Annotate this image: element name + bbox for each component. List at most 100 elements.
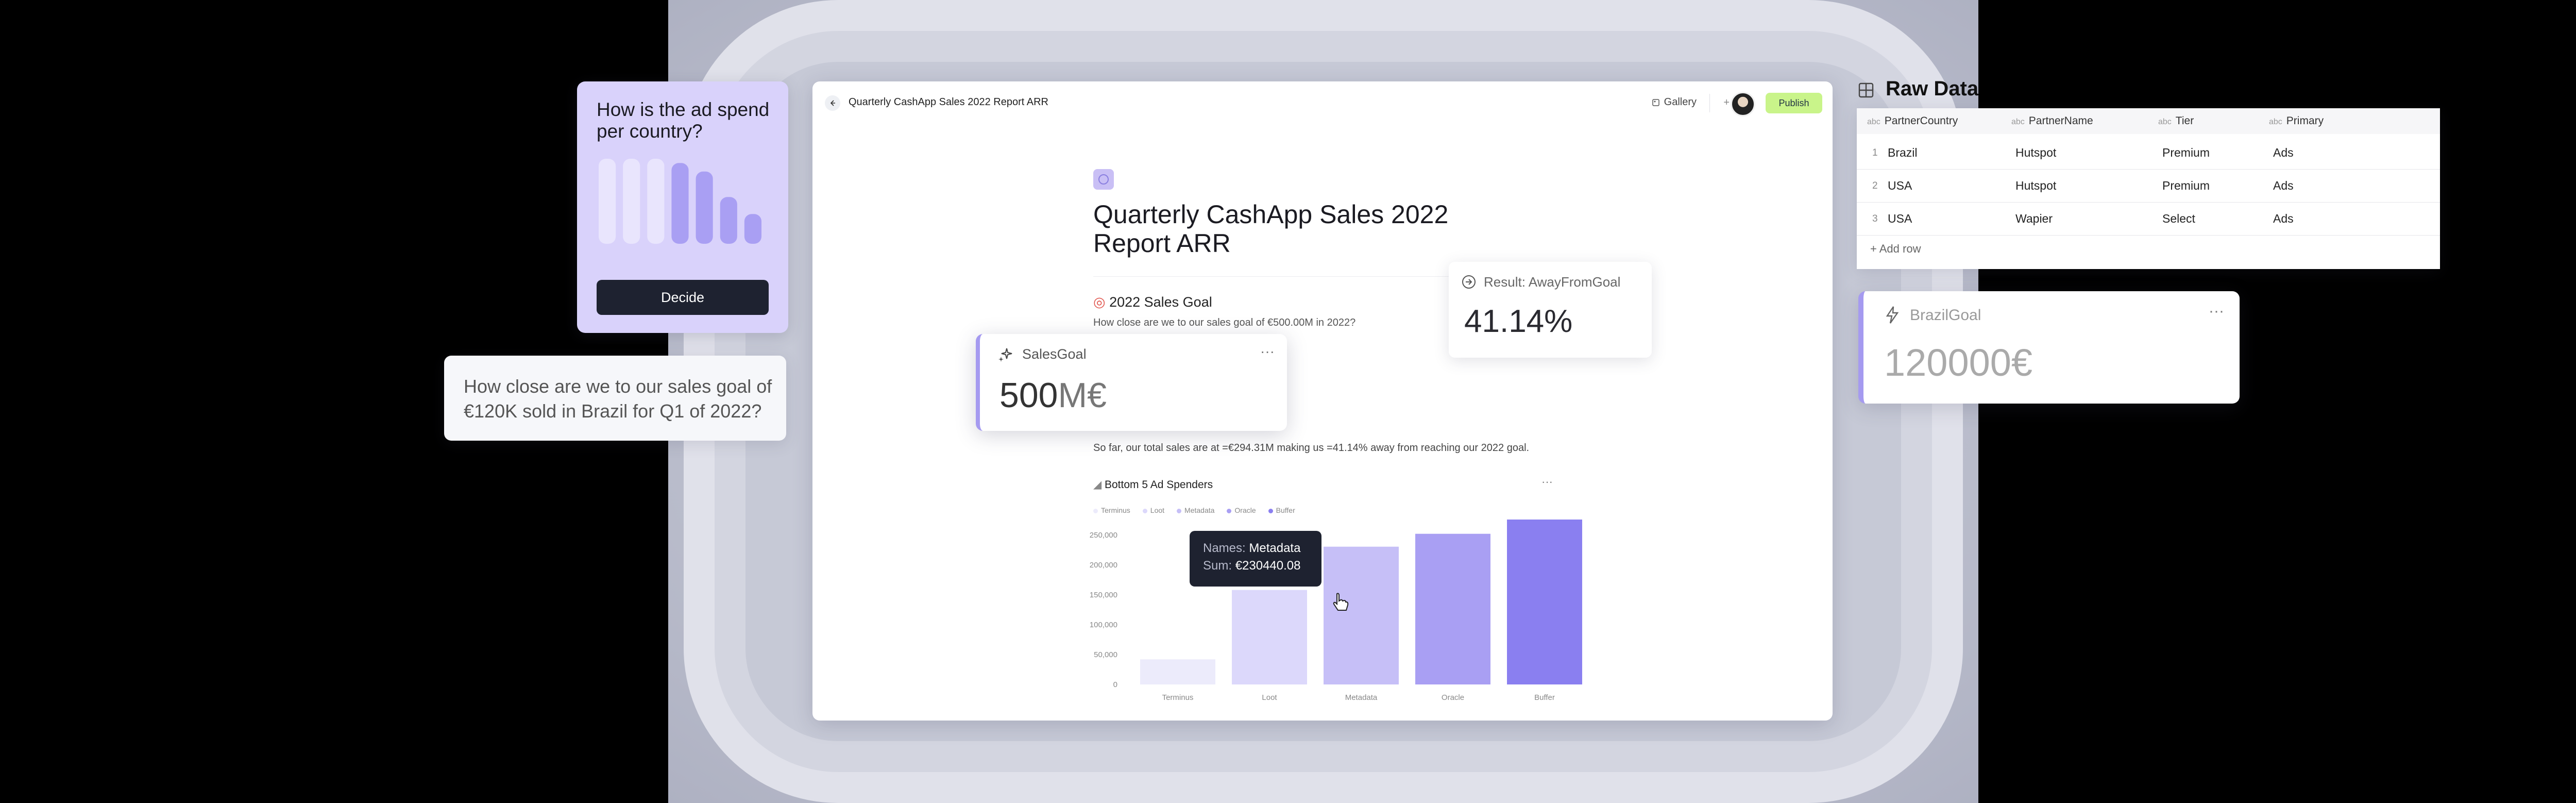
- bar[interactable]: [1507, 520, 1582, 684]
- row-number: 3: [1872, 213, 1878, 224]
- chart-icon: ◢: [1093, 479, 1102, 491]
- back-arrow-icon[interactable]: [825, 95, 840, 111]
- mini-bar: [623, 159, 640, 244]
- gallery-icon: [1652, 98, 1659, 106]
- legend-item[interactable]: Buffer: [1268, 506, 1295, 514]
- tooltip-sum-key: Sum:: [1203, 559, 1232, 573]
- mini-bar: [696, 171, 713, 244]
- legend-item[interactable]: Loot: [1142, 506, 1165, 514]
- sales-goal-card[interactable]: SalesGoal ··· 500M€: [976, 334, 1287, 431]
- chart-title: ◢ Bottom 5 Ad Spenders: [1093, 478, 1213, 491]
- bar[interactable]: [1324, 546, 1399, 684]
- legend-label: Loot: [1150, 506, 1165, 514]
- brazil-question-card[interactable]: How close are we to our sales goal of €1…: [444, 356, 786, 441]
- y-tick-label: 150,000: [1090, 591, 1117, 599]
- add-collaborator-icon[interactable]: +: [1723, 97, 1730, 109]
- table-grid-icon: [1858, 82, 1874, 98]
- mini-bar: [599, 159, 616, 244]
- bar[interactable]: [1415, 533, 1490, 684]
- tooltip-names-value: Metadata: [1249, 541, 1301, 555]
- brazil-question-text: How close are we to our sales goal of €1…: [464, 376, 772, 422]
- sparkle-icon: [998, 348, 1012, 362]
- tooltip-sum-value: €230440.08: [1235, 559, 1301, 573]
- gallery-label: Gallery: [1664, 96, 1697, 108]
- result-label: Result: AwayFromGoal: [1484, 274, 1621, 290]
- table-cell[interactable]: Hutspot: [2015, 146, 2056, 160]
- gallery-button[interactable]: Gallery: [1652, 96, 1697, 108]
- column-header-label: Primary: [2286, 115, 2324, 127]
- avatar[interactable]: [1731, 92, 1755, 116]
- mini-bar: [671, 163, 689, 244]
- x-tick-label: Buffer: [1534, 693, 1555, 702]
- page-title: Quarterly CashApp Sales 2022 Report ARR: [1093, 200, 1449, 258]
- x-tick-label: Oracle: [1442, 693, 1464, 702]
- row-divider: [1857, 202, 2440, 203]
- column-header-label: Tier: [2175, 115, 2194, 127]
- ad-spend-card[interactable]: How is the ad spend per country? Decide: [577, 81, 788, 333]
- legend-item[interactable]: Metadata: [1177, 506, 1214, 514]
- brazil-goal-card[interactable]: BrazilGoal ··· 120000€: [1858, 291, 2240, 404]
- row-number: 2: [1872, 180, 1878, 191]
- column-header[interactable]: abc Tier: [2158, 108, 2269, 134]
- hand-cursor-icon: [1333, 593, 1349, 611]
- publish-button[interactable]: Publish: [1766, 93, 1822, 113]
- legend-label: Oracle: [1234, 506, 1256, 514]
- raw-data-table: + + Add row abcPartnerCountryabcPartnerN…: [1857, 108, 2440, 269]
- tooltip-names: Names: Metadata: [1203, 541, 1300, 556]
- legend-item[interactable]: Terminus: [1093, 506, 1130, 514]
- ad-spend-question: How is the ad spend per country?: [597, 99, 770, 142]
- column-header[interactable]: abc Primary: [2269, 108, 2440, 134]
- legend-item[interactable]: Oracle: [1227, 506, 1256, 514]
- add-row-label: Add row: [1879, 242, 1921, 255]
- mini-bar: [744, 214, 761, 244]
- legend-label: Terminus: [1101, 506, 1130, 514]
- text-type-badge: abc: [2158, 118, 2172, 126]
- y-tick-label: 200,000: [1090, 561, 1117, 570]
- legend-swatch: [1227, 508, 1232, 513]
- x-tick-label: Loot: [1262, 693, 1277, 702]
- table-cell[interactable]: Ads: [2273, 212, 2294, 226]
- target-icon: ◎: [1093, 294, 1106, 310]
- column-header-label: PartnerName: [2028, 115, 2093, 127]
- mini-bar: [647, 159, 665, 244]
- window-topbar: Quarterly CashApp Sales 2022 Report ARR …: [812, 81, 1833, 125]
- column-header-label: PartnerCountry: [1884, 115, 1958, 127]
- text-type-badge: abc: [2269, 118, 2282, 126]
- document-window: Quarterly CashApp Sales 2022 Report ARR …: [812, 81, 1833, 721]
- column-header[interactable]: abc PartnerName: [2011, 108, 2158, 134]
- table-cell[interactable]: Select: [2162, 212, 2195, 226]
- table-cell[interactable]: Wapier: [2015, 212, 2053, 226]
- x-tick-label: Terminus: [1162, 693, 1194, 702]
- sales-goal-unit: M€: [1058, 376, 1107, 415]
- table-cell[interactable]: USA: [1888, 212, 1912, 226]
- chart-menu-icon[interactable]: ···: [1541, 475, 1553, 489]
- table-cell[interactable]: Hutspot: [2015, 179, 2056, 193]
- decide-button[interactable]: Decide: [597, 280, 769, 315]
- raw-data-title: Raw Data: [1886, 77, 1979, 100]
- column-header[interactable]: abc PartnerCountry: [1857, 108, 2022, 134]
- text-type-badge: abc: [2011, 118, 2025, 126]
- table-cell[interactable]: Ads: [2273, 179, 2294, 193]
- row-number: 1: [1872, 147, 1878, 158]
- table-cell[interactable]: Brazil: [1888, 146, 1918, 160]
- y-tick-label: 250,000: [1090, 531, 1117, 540]
- more-options-icon[interactable]: ···: [2209, 303, 2224, 320]
- text-type-badge: abc: [1867, 118, 1880, 126]
- result-value: 41.14%: [1464, 304, 1573, 339]
- lightning-icon: [1886, 306, 1899, 324]
- result-card[interactable]: Result: AwayFromGoal 41.14%: [1449, 262, 1652, 358]
- chart-title-text: Bottom 5 Ad Spenders: [1105, 479, 1213, 491]
- y-tick-label: 100,000: [1090, 621, 1117, 629]
- table-cell[interactable]: Ads: [2273, 146, 2294, 160]
- bar[interactable]: [1232, 590, 1307, 684]
- table-cell[interactable]: USA: [1888, 179, 1912, 193]
- x-tick-label: Metadata: [1345, 693, 1378, 702]
- bar[interactable]: [1140, 659, 1215, 684]
- more-options-icon[interactable]: ···: [1260, 343, 1275, 360]
- section-title-text: 2022 Sales Goal: [1109, 294, 1212, 310]
- table-cell[interactable]: Premium: [2162, 146, 2210, 160]
- legend-swatch: [1177, 508, 1182, 513]
- table-cell[interactable]: Premium: [2162, 179, 2210, 193]
- add-row-button[interactable]: + Add row: [1870, 242, 1921, 256]
- mini-bar: [720, 197, 737, 244]
